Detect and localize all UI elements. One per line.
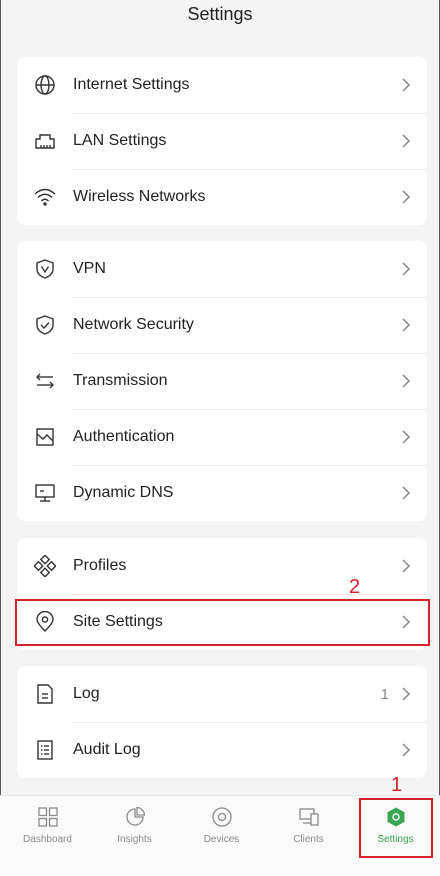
list-document-icon <box>34 739 56 761</box>
chevron-right-icon <box>401 133 411 149</box>
chevron-right-icon <box>401 317 411 333</box>
globe-icon <box>34 74 56 96</box>
tab-label: Insights <box>117 834 152 845</box>
shield-v-icon <box>34 258 56 280</box>
annotation-marker-1: 1 <box>391 774 403 796</box>
menu-item-audit-log[interactable]: Audit Log <box>17 722 427 778</box>
wifi-icon <box>34 186 56 208</box>
chevron-right-icon <box>401 485 411 501</box>
menu-item-log[interactable]: Log 1 <box>17 666 427 722</box>
device-circle-icon <box>211 807 232 827</box>
menu-item-label: Profiles <box>73 557 127 574</box>
menu-item-label: Audit Log <box>73 741 141 758</box>
chevron-right-icon <box>401 558 411 574</box>
menu-item-label: Transmission <box>73 372 168 389</box>
authentication-icon <box>34 426 56 448</box>
tab-devices[interactable]: Devices <box>178 804 265 860</box>
menu-item-wireless-networks[interactable]: Wireless Networks <box>17 169 427 225</box>
tab-label: Dashboard <box>23 834 72 845</box>
settings-group-network: Internet Settings LAN Settings Wireless … <box>17 57 427 225</box>
menu-item-label: Internet Settings <box>73 76 190 93</box>
page-title: Settings <box>187 4 253 24</box>
tab-dashboard[interactable]: Dashboard <box>4 804 91 860</box>
annotation-marker-2: 2 <box>349 576 361 598</box>
menu-item-network-security[interactable]: Network Security <box>17 297 427 353</box>
frame-left-edge <box>0 0 1 875</box>
clients-icon <box>298 808 319 826</box>
menu-item-label: Network Security <box>73 316 194 333</box>
menu-item-label: VPN <box>73 260 106 277</box>
menu-item-label: Dynamic DNS <box>73 484 174 501</box>
document-icon <box>34 683 56 705</box>
settings-group-security: VPN Network Security Transmission Authen… <box>17 241 427 521</box>
chevron-right-icon <box>401 261 411 277</box>
menu-item-transmission[interactable]: Transmission <box>17 353 427 409</box>
tab-label: Clients <box>293 834 324 845</box>
chevron-right-icon <box>401 742 411 758</box>
chevron-right-icon <box>401 77 411 93</box>
menu-item-vpn[interactable]: VPN <box>17 241 427 297</box>
chevron-right-icon <box>401 686 411 702</box>
diamonds-icon <box>34 555 56 577</box>
site-settings-highlight-box <box>15 599 430 646</box>
tab-insights[interactable]: Insights <box>91 804 178 860</box>
tab-clients[interactable]: Clients <box>265 804 352 860</box>
menu-item-label: LAN Settings <box>73 132 167 149</box>
menu-item-profiles[interactable]: Profiles <box>17 538 427 594</box>
tab-label: Devices <box>203 834 240 845</box>
chevron-right-icon <box>401 429 411 445</box>
menu-item-internet-settings[interactable]: Internet Settings <box>17 57 427 113</box>
monitor-icon <box>34 482 56 504</box>
chevron-right-icon <box>401 373 411 389</box>
lan-port-icon <box>34 130 56 152</box>
settings-tab-highlight-box <box>359 798 433 858</box>
menu-item-dynamic-dns[interactable]: Dynamic DNS <box>17 465 427 521</box>
menu-item-label: Authentication <box>73 428 175 445</box>
shield-check-icon <box>34 314 56 336</box>
menu-item-label: Wireless Networks <box>73 188 206 205</box>
arrows-exchange-icon <box>34 370 56 392</box>
menu-item-authentication[interactable]: Authentication <box>17 409 427 465</box>
dashboard-icon <box>37 807 58 827</box>
menu-item-lan-settings[interactable]: LAN Settings <box>17 113 427 169</box>
pie-chart-icon <box>125 806 145 826</box>
chevron-right-icon <box>401 189 411 205</box>
settings-group-logs: Log 1 Audit Log <box>17 666 427 778</box>
menu-item-label: Log <box>73 685 100 702</box>
log-count-badge: 1 <box>380 685 389 703</box>
